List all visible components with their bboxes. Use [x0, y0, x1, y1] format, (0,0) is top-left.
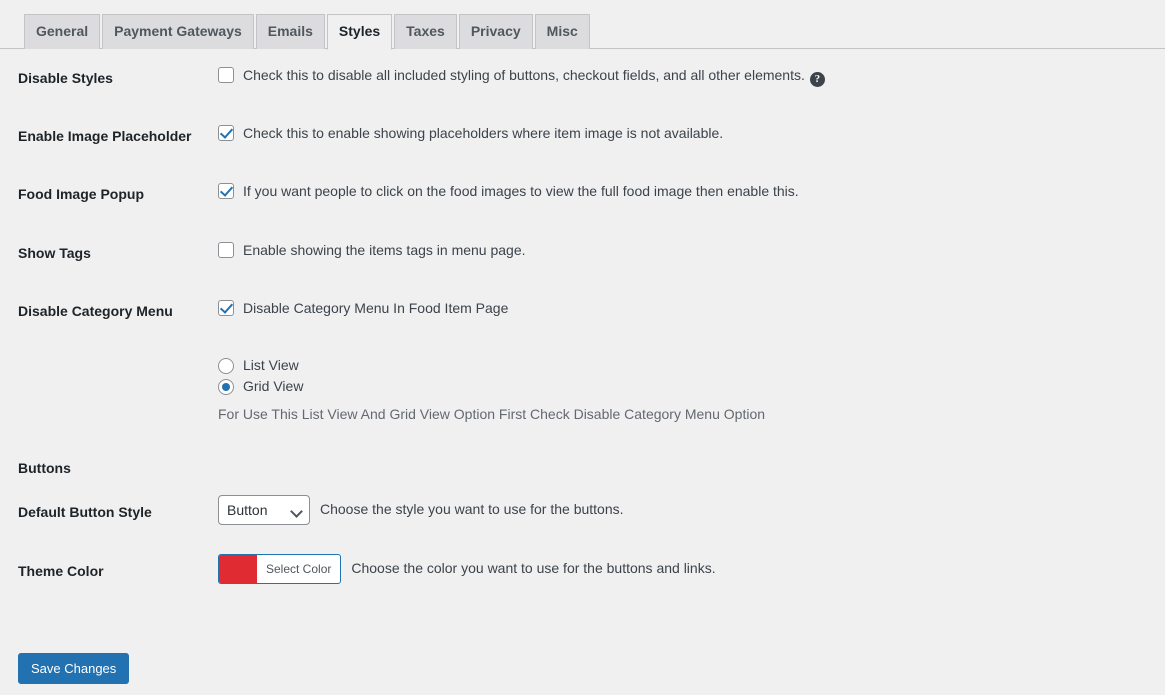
label-show-tags: Show Tags — [18, 244, 91, 261]
tab-emails[interactable]: Emails — [255, 14, 325, 49]
label-food-image-popup: Food Image Popup — [18, 186, 144, 203]
styles-settings-table: Disable Styles Check this to disable all… — [0, 49, 1165, 601]
section-heading-buttons: Buttons — [18, 459, 71, 476]
food-image-popup-description: If you want people to click on the food … — [243, 183, 799, 200]
row-disable-styles: Disable Styles Check this to disable all… — [0, 49, 1165, 107]
food-image-popup-checkbox-label[interactable]: If you want people to click on the food … — [218, 182, 1155, 202]
theme-color-select-label: Select Color — [266, 561, 332, 576]
label-theme-color: Theme Color — [18, 563, 104, 580]
tab-payment-gateways[interactable]: Payment Gateways — [102, 14, 254, 49]
default-button-style-select[interactable]: Button — [218, 495, 310, 526]
radio-list-view-label[interactable]: List View — [218, 355, 1155, 376]
tab-taxes[interactable]: Taxes — [394, 14, 457, 49]
tab-general[interactable]: General — [24, 14, 101, 49]
tab-styles[interactable]: Styles — [326, 14, 393, 50]
category-view-radio-group: List View Grid View For Use This List Vi… — [218, 355, 1155, 425]
label-disable-styles: Disable Styles — [18, 70, 113, 86]
disable-category-menu-description: Disable Category Menu In Food Item Page — [243, 299, 509, 316]
field-disable-styles: Check this to disable all included styli… — [218, 49, 1165, 107]
disable-category-menu-checkbox[interactable] — [218, 299, 234, 316]
row-show-tags: Show Tags Enable showing the items tags … — [0, 224, 1165, 282]
row-disable-category-menu: Disable Category Menu Disable Category M… — [0, 282, 1165, 425]
row-default-button-style: Default Button Style Button Choose the s… — [0, 483, 1165, 542]
save-changes-button[interactable]: Save Changes — [18, 653, 130, 684]
category-view-hint: For Use This List View And Grid View Opt… — [218, 406, 766, 423]
theme-color-description: Choose the color you want to use for the… — [351, 560, 716, 577]
field-default-button-style: Button Choose the style you want to use … — [218, 483, 1165, 542]
row-food-image-popup: Food Image Popup If you want people to c… — [0, 165, 1165, 223]
tab-misc[interactable]: Misc — [534, 14, 590, 49]
disable-styles-description: Check this to disable all included styli… — [243, 66, 825, 87]
field-show-tags: Enable showing the items tags in menu pa… — [218, 224, 1165, 282]
default-button-style-value: Button — [227, 502, 268, 519]
field-enable-image-placeholder: Check this to enable showing placeholder… — [218, 107, 1165, 165]
label-enable-image-placeholder: Enable Image Placeholder — [18, 128, 192, 145]
row-enable-image-placeholder: Enable Image Placeholder Check this to e… — [0, 107, 1165, 165]
theme-color-swatch — [219, 555, 257, 584]
radio-grid-view[interactable] — [218, 378, 234, 395]
enable-image-placeholder-description: Check this to enable showing placeholder… — [243, 125, 724, 142]
radio-grid-view-label[interactable]: Grid View — [218, 376, 1155, 397]
section-buttons-spacer — [218, 425, 1165, 483]
field-theme-color: Select Color Choose the color you want t… — [218, 542, 1165, 601]
row-buttons-section: Buttons — [0, 425, 1165, 483]
radio-list-view-text: List View — [243, 357, 299, 374]
show-tags-checkbox[interactable] — [218, 241, 234, 258]
disable-styles-checkbox[interactable] — [218, 67, 234, 83]
help-icon[interactable]: ? — [809, 72, 825, 87]
field-food-image-popup: If you want people to click on the food … — [218, 165, 1165, 223]
submit-area: Save Changes — [18, 653, 130, 684]
show-tags-checkbox-label[interactable]: Enable showing the items tags in menu pa… — [218, 241, 1155, 261]
label-disable-category-menu: Disable Category Menu — [18, 302, 173, 319]
disable-styles-checkbox-label[interactable]: Check this to disable all included styli… — [218, 66, 1155, 87]
theme-color-picker-button[interactable]: Select Color — [218, 554, 342, 585]
food-image-popup-checkbox[interactable] — [218, 183, 234, 200]
label-default-button-style: Default Button Style — [18, 504, 152, 521]
show-tags-description: Enable showing the items tags in menu pa… — [243, 241, 526, 258]
field-disable-category-menu: Disable Category Menu In Food Item Page … — [218, 282, 1165, 425]
row-theme-color: Theme Color Select Color Choose the colo… — [0, 542, 1165, 601]
radio-grid-view-text: Grid View — [243, 378, 304, 395]
default-button-style-description: Choose the style you want to use for the… — [320, 501, 624, 518]
chevron-down-icon — [290, 505, 303, 518]
tab-privacy[interactable]: Privacy — [458, 14, 533, 49]
disable-category-menu-checkbox-label[interactable]: Disable Category Menu In Food Item Page — [218, 299, 1155, 319]
enable-image-placeholder-checkbox-label[interactable]: Check this to enable showing placeholder… — [218, 124, 1155, 144]
settings-tab-bar: General Payment Gateways Emails Styles Taxes… — [0, 0, 1165, 50]
enable-image-placeholder-checkbox[interactable] — [218, 125, 234, 142]
radio-list-view[interactable] — [218, 357, 234, 374]
